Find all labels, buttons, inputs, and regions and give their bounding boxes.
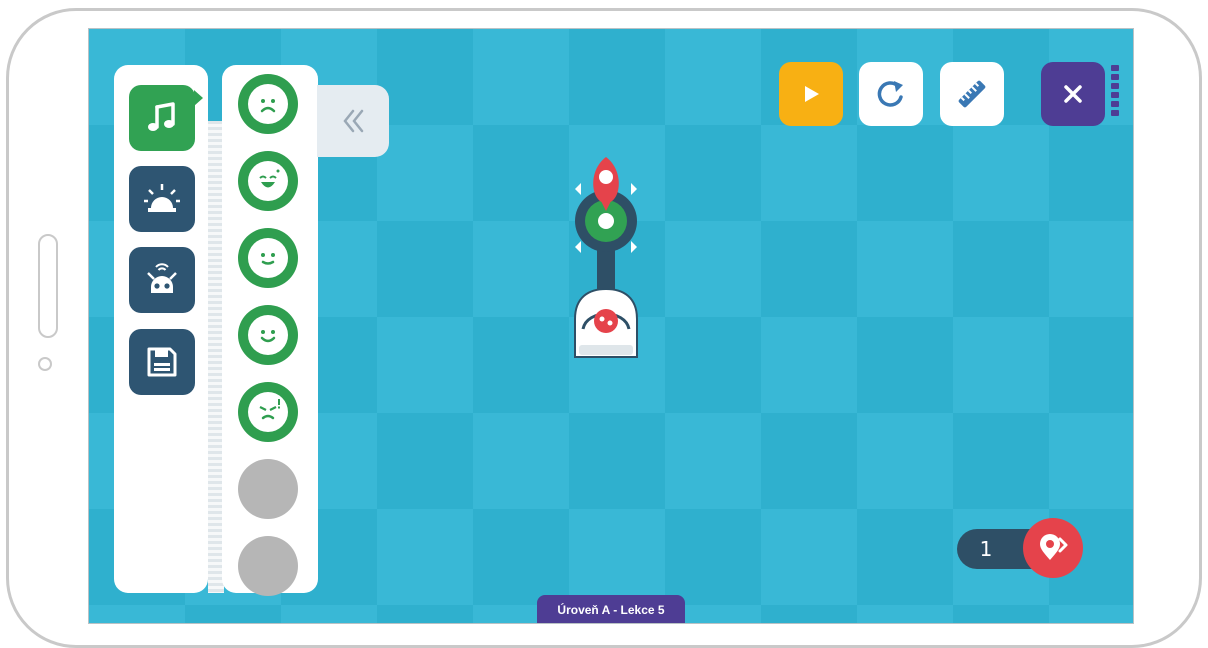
waypoint-count: 1 (979, 537, 993, 561)
category-panel (114, 65, 208, 593)
reset-arrow-icon (877, 81, 903, 107)
category-save-button[interactable] (129, 329, 195, 395)
close-button[interactable] (1041, 62, 1105, 126)
direction-arrow (631, 183, 637, 195)
sound-item-angry[interactable] (238, 382, 298, 442)
sound-item-empty-slot[interactable] (238, 459, 298, 519)
level-label: Úroveň A - Lekce 5 (537, 595, 685, 623)
phone-top-edge (109, 11, 177, 23)
robot-path (574, 157, 638, 358)
neutral-face-icon (261, 253, 275, 265)
phone-side-button (38, 234, 58, 338)
angry-face-icon (259, 399, 280, 420)
sound-item-smiling[interactable] (238, 305, 298, 365)
laughing-face-icon (259, 169, 280, 188)
music-note-icon (148, 102, 175, 131)
sound-item-sad[interactable] (238, 74, 298, 134)
reset-button[interactable] (859, 62, 923, 126)
active-category-pointer (194, 90, 203, 106)
sad-face-icon (260, 99, 276, 113)
game-screen: 1 Úroveň A - Lekce 5 (88, 28, 1134, 624)
save-disk-icon (147, 347, 177, 377)
double-chevron-left-icon (343, 109, 364, 133)
siren-light-icon (144, 184, 180, 212)
measure-button[interactable] (940, 62, 1004, 126)
category-robot-button[interactable] (129, 247, 195, 313)
play-button[interactable] (779, 62, 843, 126)
direction-arrow (575, 241, 581, 253)
smiling-face-icon (260, 330, 276, 343)
category-lights-button[interactable] (129, 166, 195, 232)
sound-items-panel (222, 65, 318, 596)
close-icon (1064, 85, 1082, 103)
sound-item-empty-slot[interactable] (238, 536, 298, 596)
play-icon (805, 86, 819, 102)
sound-item-laughing[interactable] (238, 151, 298, 211)
ruler-icon (958, 80, 986, 108)
direction-arrow (631, 241, 637, 253)
battery-indicator (1109, 65, 1121, 121)
category-music-button[interactable] (129, 85, 195, 151)
robot-signal-icon (147, 263, 177, 293)
phone-camera-dot (38, 357, 52, 371)
pin-arrow-icon (1040, 534, 1068, 560)
ozobot-robot-icon[interactable] (574, 287, 638, 358)
direction-arrow (575, 183, 581, 195)
add-waypoint-button[interactable] (1023, 518, 1083, 578)
collapse-panel-button[interactable] (317, 85, 389, 157)
sound-item-neutral[interactable] (238, 228, 298, 288)
